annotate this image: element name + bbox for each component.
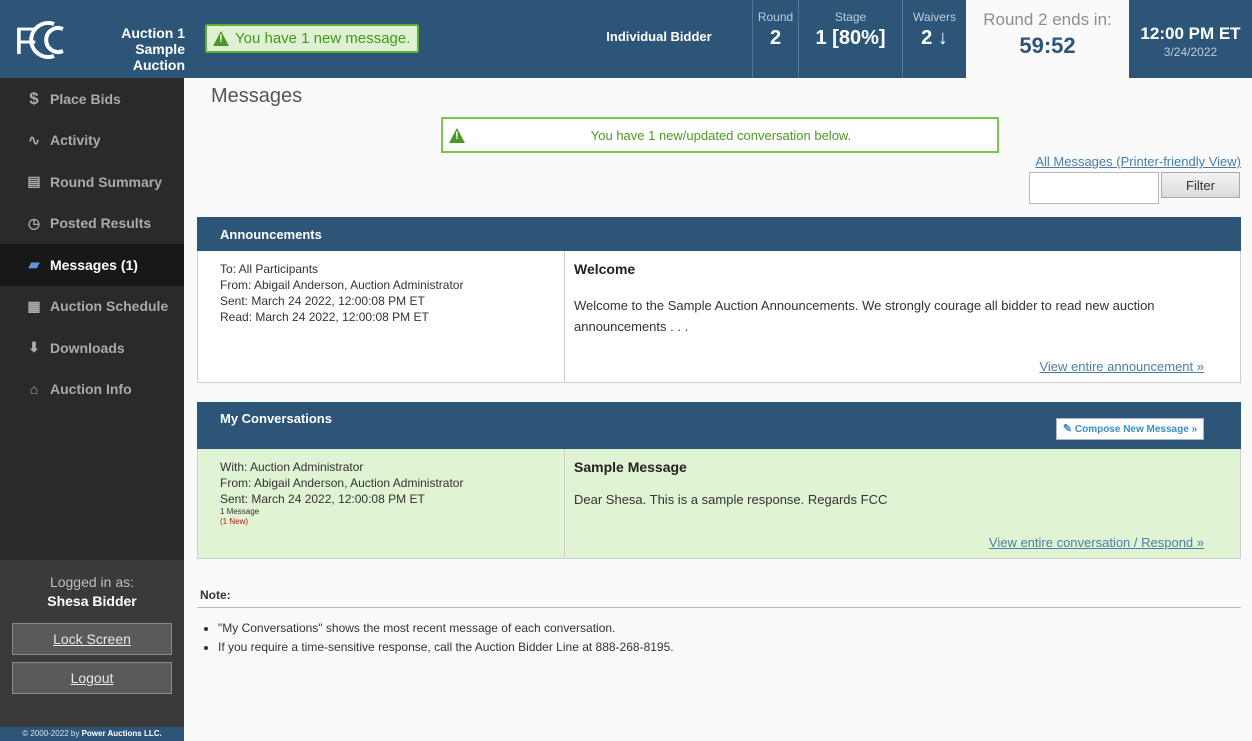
top-bar: F Auction 1 Sample Auction ! You have 1 … [0, 0, 1252, 78]
sidebar-item-label: Downloads [50, 339, 125, 356]
copyright-prefix: © 2000-2022 by [22, 729, 82, 738]
stage-stat: Stage 1 [80%] [798, 0, 902, 78]
sidebar-item-place-bids[interactable]: $ Place Bids [0, 78, 184, 120]
announcement-meta: To: All Participants From: Abigail Ander… [198, 251, 565, 382]
auction-subtitle: Sample Auction [132, 41, 185, 73]
announcement-read: Read: March 24 2022, 12:00:08 PM ET [220, 310, 429, 324]
conversations-title: My Conversations [220, 411, 332, 426]
note-title: Note: [200, 588, 231, 602]
clock: 12:00 PM ET 3/24/2022 [1129, 0, 1252, 78]
logged-in-label: Logged in as: [49, 574, 135, 590]
waivers-stat: Waivers 2 ↓ [902, 0, 966, 78]
sidebar-item-label: Place Bids [50, 90, 121, 107]
waivers-label: Waivers [913, 10, 956, 24]
announcement-row: To: All Participants From: Abigail Ander… [197, 251, 1241, 383]
filter-input[interactable] [1029, 172, 1159, 204]
stage-value: 1 [80%] [815, 27, 886, 49]
auction-title: Auction 1 [121, 25, 185, 41]
announcement-to: To: All Participants [220, 262, 319, 276]
download-icon: ⬇ [28, 339, 40, 356]
round-countdown: Round 2 ends in: 59:52 [966, 0, 1129, 78]
sidebar-item-activity[interactable]: ∿ Activity [0, 120, 184, 162]
sidebar-item-posted-results[interactable]: ◷ Posted Results [0, 203, 184, 245]
waivers-value: 2 ↓ [921, 27, 948, 49]
logout-button[interactable]: Logout [12, 662, 172, 694]
announcement-content: Welcome Welcome to the Sample Auction An… [565, 251, 1240, 382]
round-stat: Round 2 [752, 0, 798, 78]
conversation-sent: Sent: March 24 2022, 12:00:08 PM ET [220, 492, 425, 506]
copyright-company[interactable]: Power Auctions LLC. [82, 729, 162, 738]
new-message-alert[interactable]: ! You have 1 new message. [205, 24, 419, 53]
round-label: Round [757, 10, 794, 24]
announcements-title: Announcements [220, 227, 322, 242]
sidebar-item-label: Messages (1) [50, 256, 138, 273]
new-count: (1 New) [220, 517, 249, 526]
conversation-row[interactable]: With: Auction Administrator From: Abigai… [197, 449, 1241, 559]
sidebar-item-label: Auction Info [50, 381, 132, 398]
view-announcement-link[interactable]: View entire announcement » [1039, 359, 1204, 374]
round-value: 2 [769, 27, 782, 49]
fcc-logo: F [14, 21, 64, 62]
clock-time: 12:00 PM ET [1140, 24, 1241, 43]
clock-date: 3/24/2022 [1163, 45, 1218, 59]
stage-label: Stage [834, 10, 867, 24]
announcement-from: From: Abigail Anderson, Auction Administ… [220, 278, 464, 292]
filter-button[interactable]: Filter [1161, 172, 1240, 198]
sidebar-item-downloads[interactable]: ⬇ Downloads [0, 327, 184, 369]
compose-label: Compose New Message » [1074, 424, 1198, 435]
copyright: © 2000-2022 by Power Auctions LLC. [0, 727, 184, 741]
list-item: "My Conversations" shows the most recent… [218, 619, 674, 638]
user-name: Shesa Bidder [47, 593, 137, 609]
login-box: Logged in as: Shesa Bidder Lock Screen L… [0, 560, 184, 741]
pulse-icon: ∿ [28, 131, 40, 148]
conversation-content: Sample Message Dear Shesa. This is a sam… [565, 449, 1240, 558]
clock-icon: ◷ [27, 214, 41, 231]
sidebar: $ Place Bids ∿ Activity ▤ Round Summary … [0, 78, 184, 741]
sidebar-item-auction-info[interactable]: ⌂ Auction Info [0, 369, 184, 411]
printer-friendly-link[interactable]: All Messages (Printer-friendly View) [1035, 154, 1241, 169]
announcement-subject: Welcome [574, 261, 636, 277]
lock-screen-button[interactable]: Lock Screen [12, 623, 172, 655]
countdown-label: Round 2 ends in: [983, 10, 1112, 29]
conversation-with: With: Auction Administrator [220, 460, 364, 474]
sidebar-item-round-summary[interactable]: ▤ Round Summary [0, 161, 184, 203]
conversation-subject: Sample Message [574, 459, 687, 475]
divider [197, 607, 1241, 608]
conversation-alert: ! You have 1 new/updated conversation be… [441, 117, 999, 153]
warning-icon: ! [213, 31, 229, 46]
sidebar-item-messages[interactable]: ▰ Messages (1) [0, 244, 184, 286]
sidebar-item-label: Round Summary [50, 173, 163, 190]
countdown-value: 59:52 [1019, 33, 1076, 58]
list-item: If you require a time-sensitive response… [218, 638, 674, 657]
document-icon: ▤ [27, 173, 41, 190]
message-icon: ▰ [28, 256, 40, 273]
announcement-sent: Sent: March 24 2022, 12:00:08 PM ET [220, 294, 425, 308]
view-conversation-link[interactable]: View entire conversation / Respond » [989, 535, 1204, 550]
sidebar-item-auction-schedule[interactable]: ▦ Auction Schedule [0, 286, 184, 328]
conversation-body: Dear Shesa. This is a sample response. R… [574, 492, 888, 507]
dollar-icon: $ [29, 88, 39, 108]
conversation-from: From: Abigail Anderson, Auction Administ… [220, 476, 464, 490]
conversation-alert-text: You have 1 new/updated conversation belo… [590, 127, 852, 143]
sidebar-item-label: Activity [50, 132, 101, 149]
conversations-header: My Conversations ✎ Compose New Message » [197, 402, 1241, 449]
notes-list: "My Conversations" shows the most recent… [218, 619, 674, 657]
sidebar-item-label: Posted Results [50, 215, 152, 232]
home-icon: ⌂ [29, 381, 39, 398]
calendar-icon: ▦ [27, 297, 41, 314]
message-count: 1 Message [220, 507, 260, 516]
auction-name: Auction 1 Sample Auction [87, 25, 185, 73]
warning-icon: ! [449, 127, 465, 143]
compose-message-button[interactable]: ✎ Compose New Message » [1056, 418, 1204, 440]
bidder-type: Individual Bidder [606, 28, 712, 44]
announcements-header: Announcements [197, 217, 1241, 251]
announcement-body: Welcome to the Sample Auction Announceme… [574, 298, 1155, 334]
page-title: Messages [211, 85, 303, 107]
new-message-text: You have 1 new message. [235, 30, 411, 47]
conversation-meta: With: Auction Administrator From: Abigai… [198, 449, 565, 558]
edit-icon: ✎ [1062, 423, 1073, 435]
sidebar-item-label: Auction Schedule [50, 298, 169, 315]
